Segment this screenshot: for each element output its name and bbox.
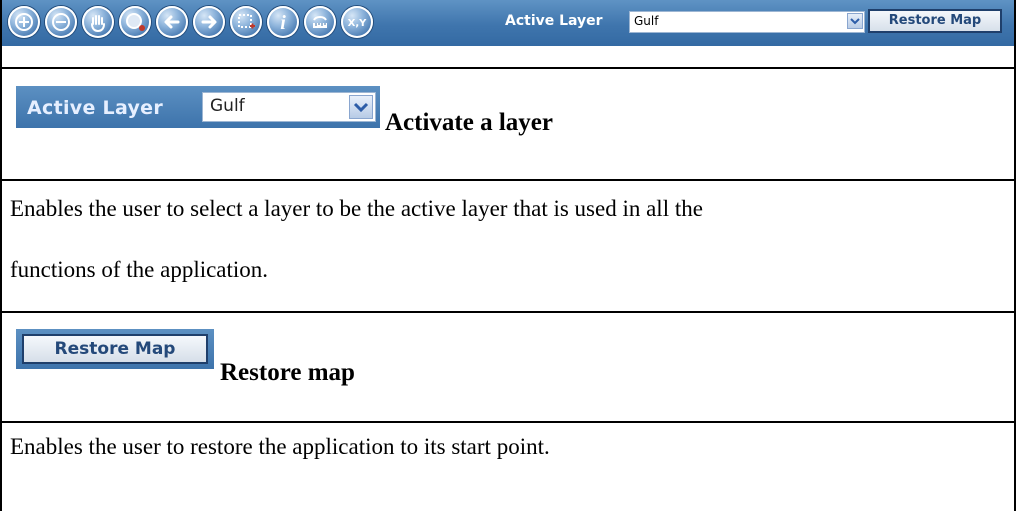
chevron-down-icon[interactable] — [847, 13, 863, 29]
active-layer-value: Gulf — [210, 96, 245, 116]
pan-hand-icon[interactable] — [82, 6, 114, 38]
active-layer-widget: Active Layer Gulf — [16, 86, 380, 128]
chevron-down-icon[interactable] — [349, 95, 373, 119]
select-box-icon[interactable] — [230, 6, 262, 38]
restore-map-description: Enables the user to restore the applicat… — [10, 434, 550, 459]
restore-map-widget: Restore Map — [16, 329, 214, 369]
toolbar-row: i X,Y Active Layer Gulf Restore Map — [2, 0, 1014, 69]
back-arrow-icon[interactable] — [156, 6, 188, 38]
restore-map-button[interactable]: Restore Map — [22, 334, 208, 364]
active-layer-select[interactable]: Gulf — [202, 92, 376, 122]
activate-layer-description-row: Enables the user to select a layer to be… — [2, 181, 1014, 313]
measure-icon[interactable] — [304, 6, 336, 38]
activate-layer-heading-row: Active Layer Gulf Activate a layer — [2, 69, 1014, 181]
active-layer-label: Active Layer — [27, 97, 164, 119]
toolbar-restore-map-button[interactable]: Restore Map — [868, 9, 1002, 33]
toolbar-active-layer-select[interactable]: Gulf — [629, 11, 865, 33]
forward-arrow-icon[interactable] — [193, 6, 225, 38]
toolbar-active-layer-value: Gulf — [634, 14, 659, 28]
restore-map-description-row: Enables the user to restore the applicat… — [2, 423, 1014, 511]
info-glyph: i — [280, 12, 286, 34]
zoom-out-icon[interactable] — [45, 6, 77, 38]
map-toolbar: i X,Y Active Layer Gulf Restore Map — [2, 0, 1014, 46]
info-icon[interactable]: i — [267, 6, 299, 38]
xy-coordinates-icon[interactable]: X,Y — [341, 6, 373, 38]
activate-layer-heading: Activate a layer — [385, 109, 553, 136]
document-page: i X,Y Active Layer Gulf Restore Map Acti… — [0, 0, 1016, 511]
zoom-in-icon[interactable] — [8, 6, 40, 38]
toolbar-active-layer-label: Active Layer — [505, 13, 603, 29]
restore-map-heading-row: Restore Map Restore map — [2, 313, 1014, 423]
description-line-1: Enables the user to select a layer to be… — [10, 196, 703, 221]
restore-map-heading: Restore map — [220, 359, 355, 386]
xy-glyph: X,Y — [348, 18, 368, 29]
full-extent-icon[interactable] — [119, 6, 151, 38]
description-line-2: functions of the application. — [10, 257, 269, 282]
